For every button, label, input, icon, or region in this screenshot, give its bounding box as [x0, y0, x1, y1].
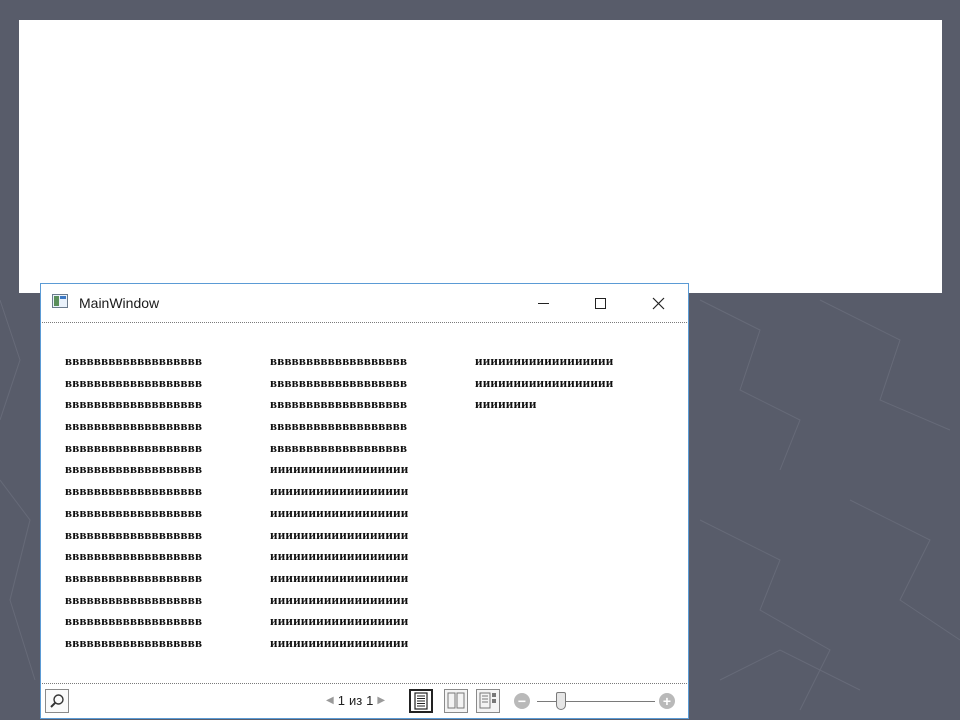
text-line: ввввввввввввввввввв — [65, 439, 203, 455]
previous-page-icon[interactable]: ◀ — [326, 695, 334, 706]
document-content[interactable]: ввввввввввввввввввв ввввввввввввввввввв … — [65, 350, 662, 654]
page-thumbnail-icon — [479, 692, 496, 709]
search-icon — [50, 694, 64, 708]
text-line: ввввввввввввввввввв — [65, 374, 203, 390]
maximize-icon — [594, 297, 606, 309]
close-button[interactable] — [635, 284, 681, 322]
text-line: ввввввввввввввввввв — [65, 526, 203, 542]
text-column-2: ввввввввввввввввввв ввввввввввввввввввв … — [270, 350, 457, 654]
text-line: ввввввввввввввввввв — [270, 374, 408, 390]
single-page-view-button[interactable] — [409, 689, 433, 713]
text-line: ввввввввввввввввввв — [65, 353, 203, 368]
text-line: ввввввввввввввввввв — [270, 353, 408, 368]
viewer-top-divider — [42, 322, 687, 323]
white-panel — [19, 20, 942, 293]
text-line: ввввввввввввввввввв — [65, 396, 203, 412]
page-navigator: ◀ 1 из 1 ▶ — [326, 693, 385, 708]
app-icon — [52, 294, 68, 308]
text-line: ииииииииииииииииии — [270, 613, 409, 629]
text-column-1: ввввввввввввввввввв ввввввввввввввввввв … — [65, 350, 252, 654]
text-line: ввввввввввввввввввв — [65, 461, 203, 477]
total-pages: 1 — [366, 693, 374, 708]
text-line: ввввввввввввввввввв — [65, 591, 203, 607]
zoom-out-button[interactable]: − — [514, 693, 530, 709]
text-line: ввввввввввввввввввв — [65, 569, 203, 585]
title-bar[interactable]: MainWindow — [41, 284, 688, 322]
close-icon — [652, 297, 664, 309]
text-line: ииииииииииииииииии — [270, 483, 409, 499]
text-line: ииииииииииииииииии — [270, 634, 409, 650]
minimize-icon — [537, 302, 549, 304]
text-column-3: ииииииииииииииииии ииииииииииииииииии ии… — [475, 350, 662, 654]
text-line: ииииииииииииииииии — [270, 526, 409, 542]
text-line: ииииииииииииииииии — [270, 591, 409, 607]
text-line: ииииииии — [475, 396, 537, 412]
zoom-in-button[interactable]: + — [659, 693, 675, 709]
maximize-button[interactable] — [577, 284, 623, 322]
text-line: ввввввввввввввввввв — [65, 613, 203, 629]
text-line: ввввввввввввввввввв — [270, 418, 408, 434]
text-line: ввввввввввввввввввв — [270, 396, 408, 412]
text-line: ииииииииииииииииии — [270, 461, 409, 477]
text-line: ииииииииииииииииии — [475, 353, 614, 368]
text-line: ииииииииииииииииии — [270, 504, 409, 520]
main-window: MainWindow ввввввввввввввввввв ввввввввв… — [40, 283, 689, 719]
thumbnail-view-button[interactable] — [476, 689, 500, 713]
two-page-view-button[interactable] — [444, 689, 468, 713]
minimize-button[interactable] — [520, 284, 566, 322]
zoom-slider-track[interactable] — [537, 701, 655, 702]
single-page-icon — [414, 692, 428, 710]
find-button[interactable] — [45, 689, 69, 713]
zoom-slider-thumb[interactable] — [555, 692, 566, 710]
window-title: MainWindow — [79, 295, 160, 311]
next-page-icon[interactable]: ▶ — [377, 695, 385, 706]
text-line: ииииииииииииииииии — [270, 548, 409, 564]
text-line: ввввввввввввввввввв — [65, 634, 203, 650]
current-page: 1 — [337, 693, 345, 708]
viewer-toolbar: ◀ 1 из 1 ▶ − + — [41, 684, 688, 719]
two-page-icon — [447, 692, 465, 709]
text-line: ииииииииииииииииии — [475, 374, 614, 390]
page-separator: из — [348, 693, 363, 708]
text-line: ввввввввввввввввввв — [270, 439, 408, 455]
text-line: ввввввввввввввввввв — [65, 418, 203, 434]
text-line: ввввввввввввввввввв — [65, 504, 203, 520]
minus-icon: − — [517, 693, 527, 709]
text-line: ввввввввввввввввввв — [65, 483, 203, 499]
text-line: ввввввввввввввввввв — [65, 548, 203, 564]
text-line: ииииииииииииииииии — [270, 569, 409, 585]
plus-icon: + — [662, 693, 672, 709]
